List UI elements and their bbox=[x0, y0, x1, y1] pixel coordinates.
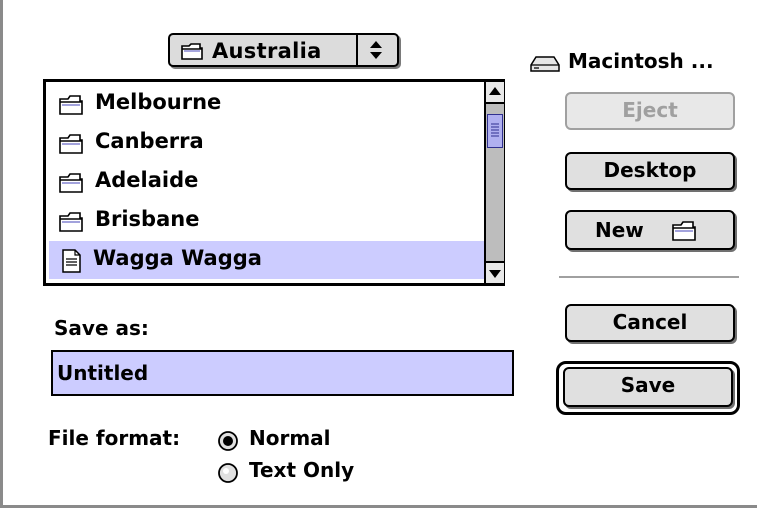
arrow-down-icon bbox=[489, 270, 501, 278]
document-icon bbox=[62, 249, 81, 273]
file-list[interactable]: Melbourne Canberra Adelaide Brisbane Wag… bbox=[43, 79, 505, 286]
folder-icon bbox=[59, 134, 83, 154]
file-name-field[interactable] bbox=[51, 350, 514, 396]
list-item-label: Canberra bbox=[95, 129, 204, 153]
file-list-rows: Melbourne Canberra Adelaide Brisbane Wag… bbox=[46, 82, 484, 283]
radio-normal-label[interactable]: Normal bbox=[249, 426, 331, 450]
list-item-label: Wagga Wagga bbox=[93, 246, 262, 270]
button-divider bbox=[559, 276, 739, 278]
list-item-label: Brisbane bbox=[95, 207, 200, 231]
new-folder-button[interactable]: New bbox=[565, 210, 735, 250]
scroll-up-button[interactable] bbox=[486, 82, 504, 104]
folder-popup-menu[interactable]: Australia bbox=[168, 33, 399, 67]
save-button[interactable]: Save bbox=[563, 367, 733, 407]
list-item-wagga-wagga[interactable]: Wagga Wagga bbox=[49, 241, 484, 279]
list-item-label: Adelaide bbox=[95, 168, 199, 192]
hard-disk-icon bbox=[530, 56, 560, 72]
folder-icon bbox=[59, 173, 83, 193]
volume-name: Macintosh ... bbox=[530, 45, 745, 75]
save-dialog: Australia Macintosh ... Melbourne Canber… bbox=[0, 0, 757, 508]
eject-button[interactable]: Eject bbox=[565, 92, 735, 130]
file-name-input[interactable] bbox=[57, 356, 497, 390]
file-format-label: File format: bbox=[48, 426, 181, 450]
folder-popup-label: Australia bbox=[212, 39, 322, 63]
folder-icon bbox=[672, 221, 696, 241]
radio-text-only[interactable] bbox=[217, 462, 239, 484]
scroll-thumb[interactable] bbox=[487, 114, 503, 148]
cancel-button[interactable]: Cancel bbox=[565, 304, 735, 342]
scroll-down-button[interactable] bbox=[486, 261, 504, 283]
list-item-canberra[interactable]: Canberra bbox=[49, 124, 484, 162]
radio-normal[interactable] bbox=[217, 430, 239, 452]
list-item-adelaide[interactable]: Adelaide bbox=[49, 163, 484, 201]
grip-lines-icon bbox=[491, 123, 499, 137]
folder-icon bbox=[181, 43, 203, 60]
popup-divider bbox=[356, 35, 358, 65]
desktop-button[interactable]: Desktop bbox=[565, 152, 735, 190]
list-item-melbourne[interactable]: Melbourne bbox=[49, 85, 484, 123]
up-down-arrows-icon bbox=[370, 41, 382, 59]
folder-icon bbox=[59, 212, 83, 232]
volume-label: Macintosh ... bbox=[568, 49, 714, 73]
radio-text-only-label[interactable]: Text Only bbox=[249, 458, 354, 482]
folder-icon bbox=[59, 95, 83, 115]
arrow-up-icon bbox=[489, 87, 501, 95]
save-as-label: Save as: bbox=[54, 316, 149, 340]
vertical-scrollbar[interactable] bbox=[484, 82, 504, 283]
list-item-label: Melbourne bbox=[95, 90, 222, 114]
list-item-brisbane[interactable]: Brisbane bbox=[49, 202, 484, 240]
new-folder-label: New bbox=[595, 218, 644, 242]
